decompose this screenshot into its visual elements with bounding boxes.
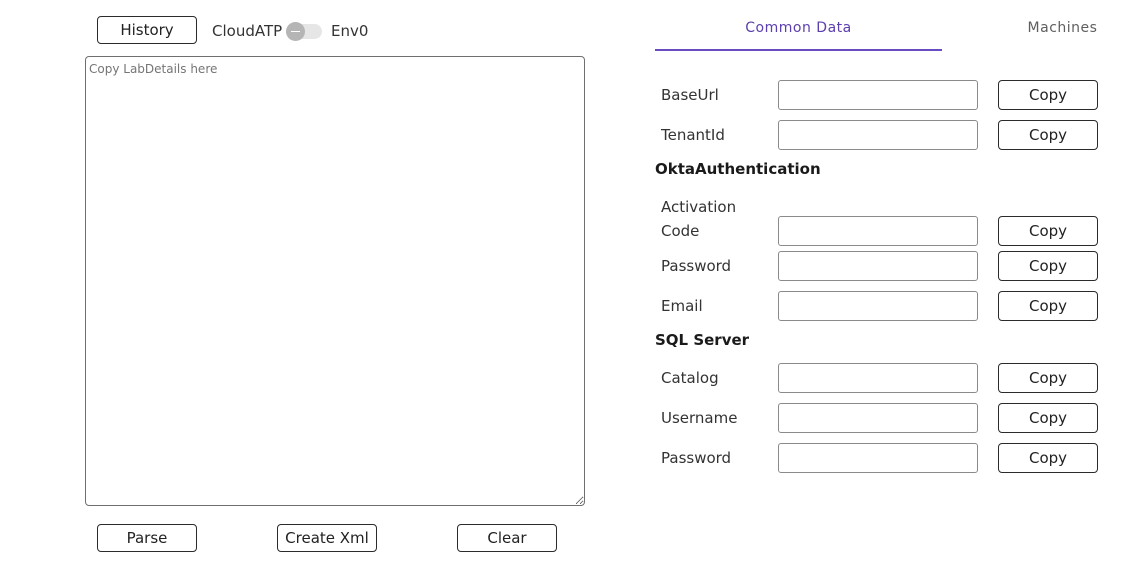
tab-machines[interactable]: Machines: [1000, 18, 1125, 38]
clear-button[interactable]: Clear: [457, 524, 557, 552]
toggle-switch-icon: [286, 22, 305, 41]
username-label: Username: [661, 409, 738, 427]
email-input[interactable]: [778, 291, 978, 321]
okta-section-title: OktaAuthentication: [655, 160, 821, 178]
cloud-atp-label: CloudATP: [212, 22, 283, 40]
copy-username-button[interactable]: Copy: [998, 403, 1098, 433]
catalog-input[interactable]: [778, 363, 978, 393]
parse-button[interactable]: Parse: [97, 524, 197, 552]
tenant-id-label: TenantId: [661, 126, 725, 144]
base-url-input[interactable]: [778, 80, 978, 110]
base-url-label: BaseUrl: [661, 86, 719, 104]
copy-catalog-button[interactable]: Copy: [998, 363, 1098, 393]
email-label: Email: [661, 297, 703, 315]
sql-password-input[interactable]: [778, 443, 978, 473]
activation-code-input[interactable]: [778, 216, 978, 246]
okta-password-input[interactable]: [778, 251, 978, 281]
app-root: History CloudATP Env0 Parse Create Xml C…: [0, 0, 1125, 575]
copy-base-url-button[interactable]: Copy: [998, 80, 1098, 110]
copy-email-button[interactable]: Copy: [998, 291, 1098, 321]
okta-password-label: Password: [661, 257, 732, 275]
env-toggle-switch[interactable]: [286, 22, 322, 41]
env-label: Env0: [331, 22, 369, 40]
sql-password-label: Password: [661, 449, 732, 467]
create-xml-button[interactable]: Create Xml: [277, 524, 377, 552]
username-input[interactable]: [778, 403, 978, 433]
catalog-label: Catalog: [661, 369, 719, 387]
active-tab-indicator: [655, 49, 942, 51]
sql-section-title: SQL Server: [655, 331, 750, 349]
copy-tenant-id-button[interactable]: Copy: [998, 120, 1098, 150]
activation-code-label-line2: Code: [661, 222, 700, 240]
copy-activation-code-button[interactable]: Copy: [998, 216, 1098, 246]
tab-common-data[interactable]: Common Data: [655, 18, 942, 38]
copy-sql-password-button[interactable]: Copy: [998, 443, 1098, 473]
tenant-id-input[interactable]: [778, 120, 978, 150]
lab-details-textarea[interactable]: [85, 56, 585, 506]
history-button[interactable]: History: [97, 16, 197, 44]
copy-okta-password-button[interactable]: Copy: [998, 251, 1098, 281]
activation-code-label-line1: Activation: [661, 198, 737, 216]
